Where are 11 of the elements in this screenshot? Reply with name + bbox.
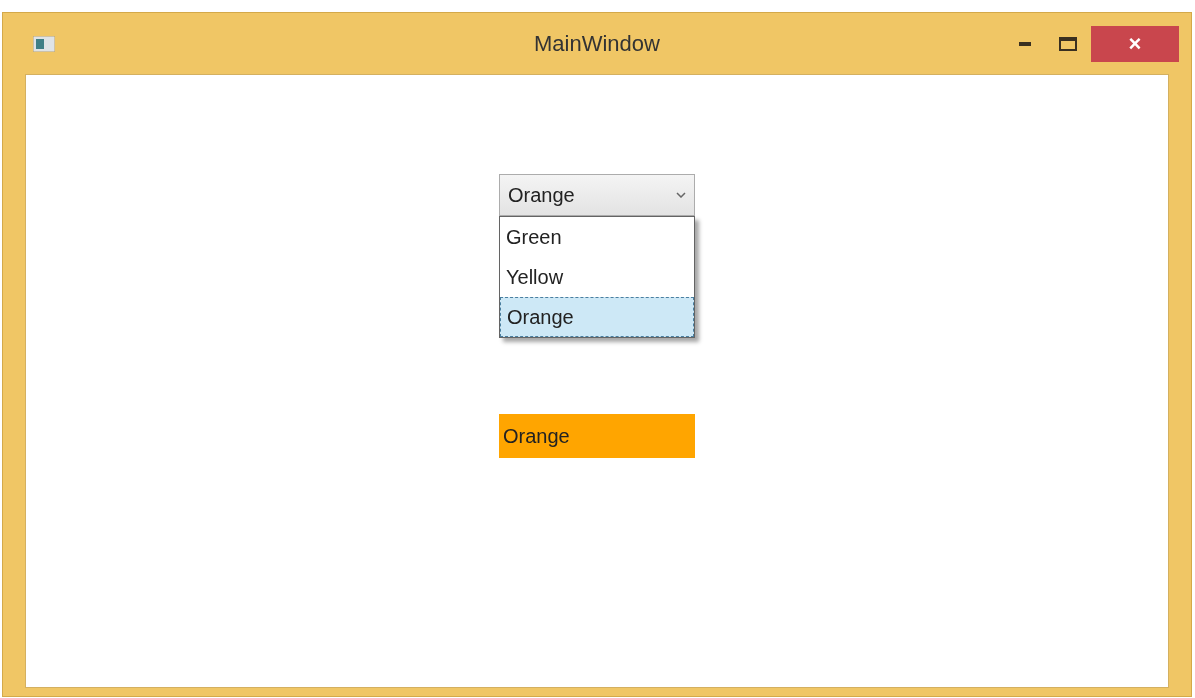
close-button[interactable]: ×: [1091, 25, 1179, 62]
color-text-block: Orange: [499, 414, 695, 458]
dropdown-option[interactable]: Green: [500, 217, 694, 257]
minimize-icon: [1019, 41, 1031, 46]
chevron-down-icon: [676, 192, 686, 198]
dropdown-option[interactable]: Yellow: [500, 257, 694, 297]
dropdown-option[interactable]: Orange: [500, 297, 694, 337]
app-icon: [33, 35, 55, 52]
combo-box[interactable]: Orange: [499, 174, 695, 216]
window-title: MainWindow: [534, 30, 660, 58]
maximize-icon: [1059, 36, 1077, 51]
